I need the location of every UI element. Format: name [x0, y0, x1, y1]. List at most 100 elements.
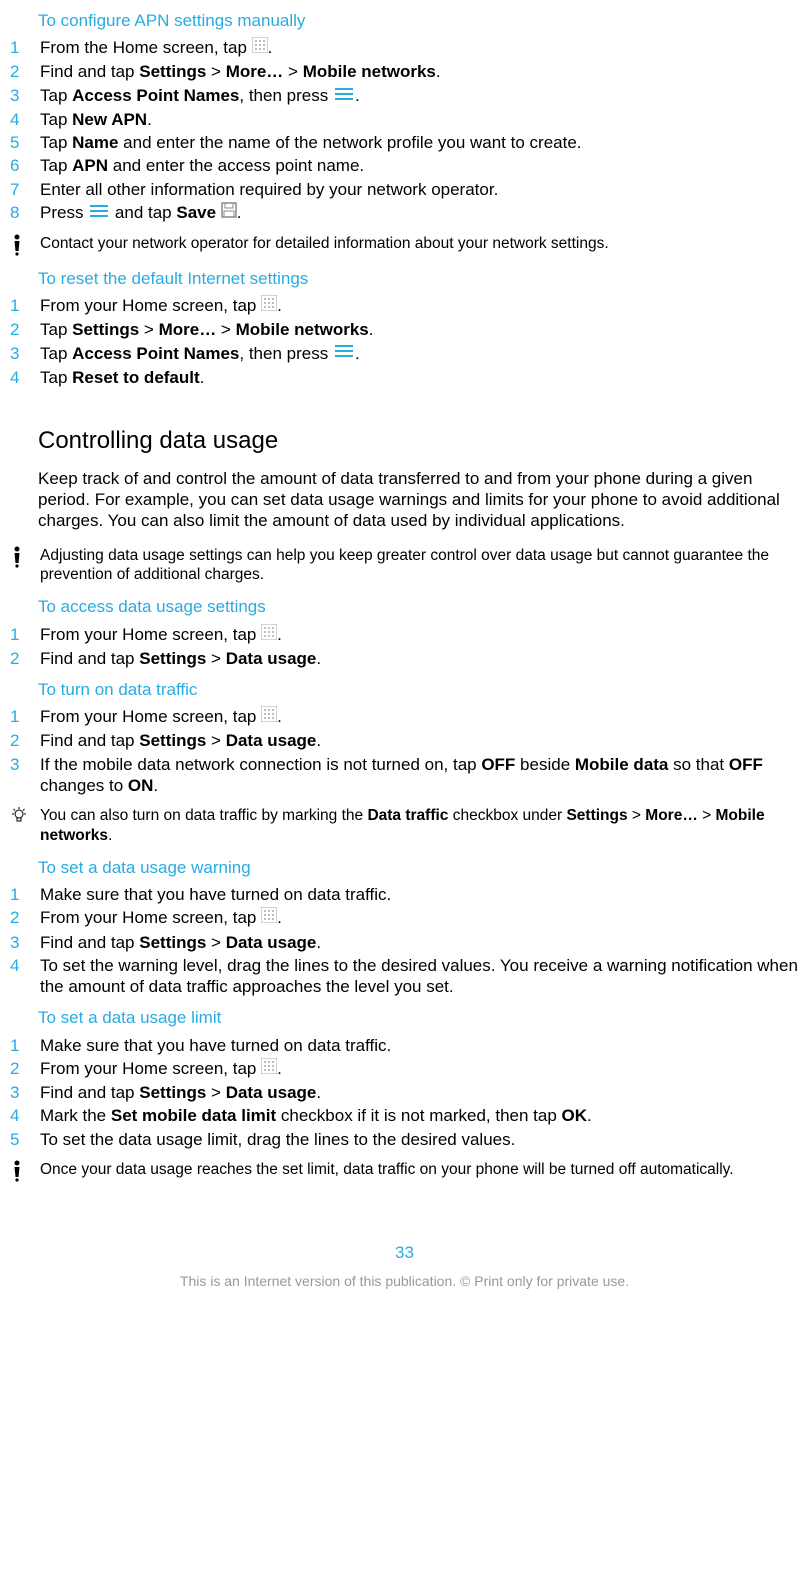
step-number: 3 [8, 932, 40, 953]
note-text: You can also turn on data traffic by mar… [40, 806, 801, 845]
apps-grid-icon [252, 37, 268, 58]
apps-grid-icon [261, 1058, 277, 1079]
list-item: 1Make sure that you have turned on data … [8, 1035, 801, 1056]
list-item: 2From your Home screen, tap . [8, 907, 801, 929]
note-text: Contact your network operator for detail… [40, 234, 801, 253]
important-note: Once your data usage reaches the set lim… [8, 1160, 801, 1182]
section-title: To turn on data traffic [38, 679, 801, 700]
apps-grid-icon [261, 295, 277, 316]
ordered-list-reset: 1From your Home screen, tap . 2Tap Setti… [8, 295, 801, 388]
step-text: Make sure that you have turned on data t… [40, 1035, 801, 1056]
list-item: 5To set the data usage limit, drag the l… [8, 1129, 801, 1150]
list-item: 8Press and tap Save . [8, 202, 801, 224]
list-item: 3Tap Access Point Names, then press . [8, 85, 801, 107]
step-number: 3 [8, 85, 40, 106]
page-number: 33 [8, 1242, 801, 1263]
step-number: 1 [8, 884, 40, 905]
section-title: To configure APN settings manually [38, 10, 801, 31]
step-number: 2 [8, 319, 40, 340]
step-text: Find and tap Settings > Data usage. [40, 1082, 801, 1103]
important-note: Contact your network operator for detail… [8, 234, 801, 256]
list-item: 4Tap Reset to default. [8, 367, 801, 388]
important-note: Adjusting data usage settings can help y… [8, 546, 801, 585]
step-text: From your Home screen, tap . [40, 624, 801, 646]
ordered-list-warning: 1Make sure that you have turned on data … [8, 884, 801, 997]
step-text: Enter all other information required by … [40, 179, 801, 200]
list-item: 2Find and tap Settings > More… > Mobile … [8, 61, 801, 82]
step-text: Find and tap Settings > Data usage. [40, 730, 801, 751]
step-number: 5 [8, 132, 40, 153]
apps-grid-icon [261, 706, 277, 727]
step-number: 3 [8, 1082, 40, 1103]
step-number: 4 [8, 1105, 40, 1126]
step-number: 2 [8, 907, 40, 928]
step-text: From your Home screen, tap . [40, 295, 801, 317]
menu-icon [333, 342, 355, 363]
list-item: 3Tap Access Point Names, then press . [8, 343, 801, 365]
step-text: Find and tap Settings > More… > Mobile n… [40, 61, 801, 82]
step-number: 1 [8, 706, 40, 727]
step-number: 2 [8, 1058, 40, 1079]
section-title: To set a data usage limit [38, 1007, 801, 1028]
list-item: 1From your Home screen, tap . [8, 295, 801, 317]
lightbulb-icon [8, 806, 40, 826]
exclamation-icon [8, 1160, 40, 1182]
list-item: 1From your Home screen, tap . [8, 706, 801, 728]
step-text: Tap New APN. [40, 109, 801, 130]
section-title: To reset the default Internet settings [38, 268, 801, 289]
paragraph: Keep track of and control the amount of … [38, 468, 801, 532]
step-number: 4 [8, 109, 40, 130]
list-item: 3If the mobile data network connection i… [8, 754, 801, 797]
tip-note: You can also turn on data traffic by mar… [8, 806, 801, 845]
step-text: From your Home screen, tap . [40, 907, 801, 929]
list-item: 4Mark the Set mobile data limit checkbox… [8, 1105, 801, 1126]
step-number: 1 [8, 37, 40, 58]
step-text: Tap Access Point Names, then press . [40, 85, 801, 107]
step-number: 1 [8, 1035, 40, 1056]
step-number: 4 [8, 367, 40, 388]
step-number: 8 [8, 202, 40, 223]
step-number: 2 [8, 648, 40, 669]
step-number: 2 [8, 730, 40, 751]
ordered-list-limit: 1Make sure that you have turned on data … [8, 1035, 801, 1150]
step-number: 5 [8, 1129, 40, 1150]
save-icon [221, 202, 237, 223]
section-heading: Controlling data usage [38, 426, 801, 456]
menu-icon [88, 202, 110, 223]
step-text: Tap Access Point Names, then press . [40, 343, 801, 365]
step-number: 3 [8, 343, 40, 364]
step-text: Tap Reset to default. [40, 367, 801, 388]
note-text: Adjusting data usage settings can help y… [40, 546, 801, 585]
list-item: 5Tap Name and enter the name of the netw… [8, 132, 801, 153]
list-item: 3Find and tap Settings > Data usage. [8, 932, 801, 953]
list-item: 4Tap New APN. [8, 109, 801, 130]
step-number: 7 [8, 179, 40, 200]
step-text: Tap Name and enter the name of the netwo… [40, 132, 801, 153]
step-text: Find and tap Settings > Data usage. [40, 648, 801, 669]
list-item: 4To set the warning level, drag the line… [8, 955, 801, 998]
step-text: To set the data usage limit, drag the li… [40, 1129, 801, 1150]
step-text: Press and tap Save . [40, 202, 801, 224]
step-number: 6 [8, 155, 40, 176]
list-item: 6Tap APN and enter the access point name… [8, 155, 801, 176]
step-text: From the Home screen, tap . [40, 37, 801, 59]
apps-grid-icon [261, 624, 277, 645]
step-text: Make sure that you have turned on data t… [40, 884, 801, 905]
note-text: Once your data usage reaches the set lim… [40, 1160, 801, 1179]
list-item: 3Find and tap Settings > Data usage. [8, 1082, 801, 1103]
list-item: 2From your Home screen, tap . [8, 1058, 801, 1080]
step-text: Tap APN and enter the access point name. [40, 155, 801, 176]
step-text: Tap Settings > More… > Mobile networks. [40, 319, 801, 340]
list-item: 2Find and tap Settings > Data usage. [8, 730, 801, 751]
document-page: To configure APN settings manually 1From… [0, 10, 809, 1291]
list-item: 2Tap Settings > More… > Mobile networks. [8, 319, 801, 340]
section-title: To set a data usage warning [38, 857, 801, 878]
section-title: To access data usage settings [38, 596, 801, 617]
list-item: 2Find and tap Settings > Data usage. [8, 648, 801, 669]
exclamation-icon [8, 546, 40, 568]
ordered-list-turnon: 1From your Home screen, tap . 2Find and … [8, 706, 801, 796]
list-item: 1From the Home screen, tap . [8, 37, 801, 59]
menu-icon [333, 85, 355, 106]
list-item: 1Make sure that you have turned on data … [8, 884, 801, 905]
exclamation-icon [8, 234, 40, 256]
